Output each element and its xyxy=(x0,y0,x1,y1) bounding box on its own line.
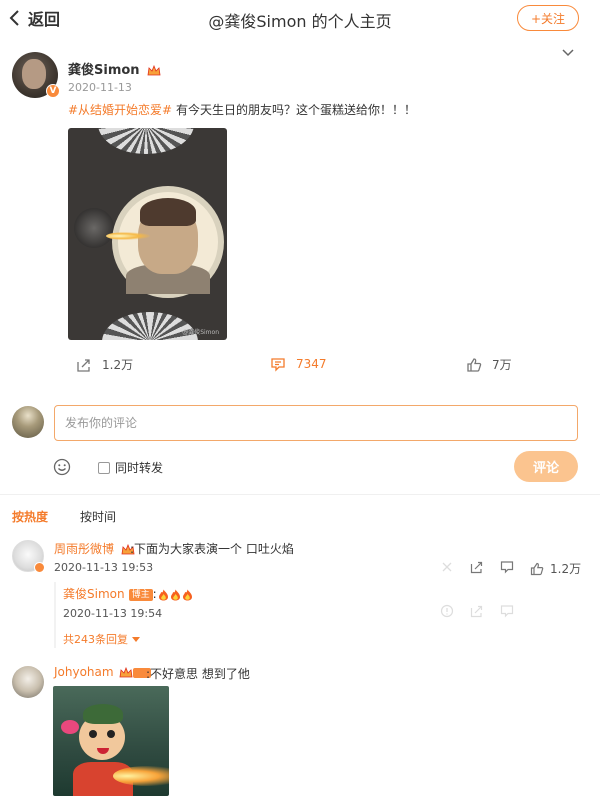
alert-icon xyxy=(440,604,454,618)
author-name-text[interactable]: 龚俊Simon xyxy=(68,63,140,78)
comment-text: :不好意思 想到了他 xyxy=(146,667,250,681)
more-replies-link[interactable]: 共243条回复 xyxy=(63,631,140,647)
emoji-icon[interactable] xyxy=(53,458,71,476)
commenter-name-text[interactable]: 周雨彤微博 xyxy=(54,542,114,556)
reply-author[interactable]: 龚俊Simon 博主: xyxy=(63,585,193,602)
divider xyxy=(0,494,600,495)
fire-emoji-icon xyxy=(182,589,192,600)
follow-button[interactable]: +关注 xyxy=(517,5,579,31)
author-name[interactable]: 龚俊Simon xyxy=(68,59,161,78)
post-image-cake[interactable]: @龚俊Simon xyxy=(68,128,227,340)
author-tag-badge: 博主 xyxy=(128,588,153,601)
post-date: 2020-11-13 xyxy=(68,81,132,94)
like-button[interactable]: 7万 xyxy=(466,356,512,373)
comment-delete-button[interactable] xyxy=(440,560,454,574)
commenter-name[interactable]: Johyoham xyxy=(54,665,152,679)
reply-report-button[interactable] xyxy=(440,604,454,618)
fire-emoji-icon xyxy=(158,589,168,600)
image-watermark: @龚俊Simon xyxy=(182,329,219,336)
close-icon xyxy=(442,562,452,572)
fire-emoji-icon xyxy=(170,589,180,600)
share-count: 1.2万 xyxy=(102,358,134,372)
reply-comment-button[interactable] xyxy=(500,604,514,618)
more-replies-label[interactable]: 共243条回复 xyxy=(63,633,128,646)
share-icon xyxy=(470,561,483,574)
checkbox-box[interactable] xyxy=(98,461,110,474)
comment-icon xyxy=(500,561,514,574)
caret-down-icon xyxy=(131,637,140,642)
page-title: @龚俊Simon 的个人主页 xyxy=(208,12,392,31)
submit-comment-button[interactable]: 评论 xyxy=(514,451,578,482)
thumbs-up-icon xyxy=(467,357,482,372)
reply-actions xyxy=(54,604,584,618)
top-bar: 返回 @龚俊Simon 的个人主页 +关注 xyxy=(0,0,600,38)
commenter-avatar[interactable] xyxy=(12,666,44,698)
comment-icon xyxy=(500,605,514,618)
hashtag-link[interactable]: #从结婚开始恋爱# xyxy=(68,103,172,117)
commenter-name-text[interactable]: Johyoham xyxy=(54,665,114,679)
post-text: #从结婚开始恋爱# 有今天生日的朋友吗？这个蛋糕送给你！！！ xyxy=(68,101,416,118)
comment-like-count: 1.2万 xyxy=(550,562,582,576)
post-body: 有今天生日的朋友吗？这个蛋糕送给你！！！ xyxy=(172,103,416,117)
comment-share-button[interactable] xyxy=(470,560,484,574)
comment-image-cartoon[interactable] xyxy=(53,686,169,796)
comment-like-button[interactable]: 1.2万 xyxy=(530,560,581,577)
current-user-avatar xyxy=(12,406,44,438)
comment-icon xyxy=(271,358,285,372)
share-button[interactable]: 1.2万 xyxy=(76,356,133,373)
sort-by-time-tab[interactable]: 按时间 xyxy=(80,508,116,525)
reply-author-name[interactable]: 龚俊Simon xyxy=(63,587,125,601)
thumbs-up-icon xyxy=(530,562,544,575)
post-actions: 1.2万 7347 7万 xyxy=(0,356,600,378)
commenter-name[interactable]: 周雨彤微博 xyxy=(54,540,135,557)
comment-text: :下面为大家表演一个 口吐火焰 xyxy=(130,542,294,556)
comment-reply-button[interactable] xyxy=(500,560,514,574)
reply-share-button[interactable] xyxy=(470,604,484,618)
share-icon xyxy=(470,605,483,618)
chevron-down-icon[interactable] xyxy=(562,46,574,58)
crown-icon xyxy=(147,64,161,75)
like-count: 7万 xyxy=(492,358,512,372)
verified-badge-icon: V xyxy=(46,84,60,98)
comment-input[interactable] xyxy=(54,405,578,441)
reply-thread: 龚俊Simon 博主: 2020-11-13 19:54 共243条回复 xyxy=(54,582,584,648)
share-icon xyxy=(77,358,90,372)
repost-label: 同时转发 xyxy=(115,461,164,475)
comment-button[interactable]: 7347 xyxy=(270,356,327,372)
comment-count: 7347 xyxy=(296,357,327,371)
sort-by-hot-tab[interactable]: 按热度 xyxy=(12,508,48,525)
repost-checkbox[interactable]: 同时转发 xyxy=(98,459,163,476)
comment-actions: 1.2万 xyxy=(0,560,600,576)
